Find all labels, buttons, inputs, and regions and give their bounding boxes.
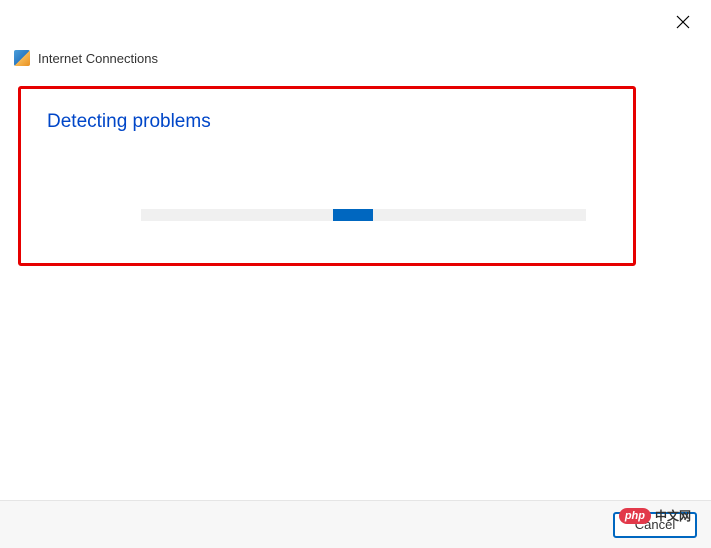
progress-indicator (333, 209, 373, 221)
status-heading: Detecting problems (47, 111, 607, 133)
close-button[interactable] (675, 14, 691, 30)
dialog-title: Internet Connections (38, 51, 158, 66)
close-icon (676, 15, 690, 29)
dialog-footer: Cancel (0, 500, 711, 548)
cancel-button[interactable]: Cancel (613, 512, 697, 538)
progress-bar (141, 209, 586, 221)
cancel-button-label: Cancel (635, 517, 675, 532)
dialog-header: Internet Connections (14, 50, 158, 66)
internet-connections-icon (14, 50, 30, 66)
content-panel: Detecting problems (18, 86, 636, 266)
